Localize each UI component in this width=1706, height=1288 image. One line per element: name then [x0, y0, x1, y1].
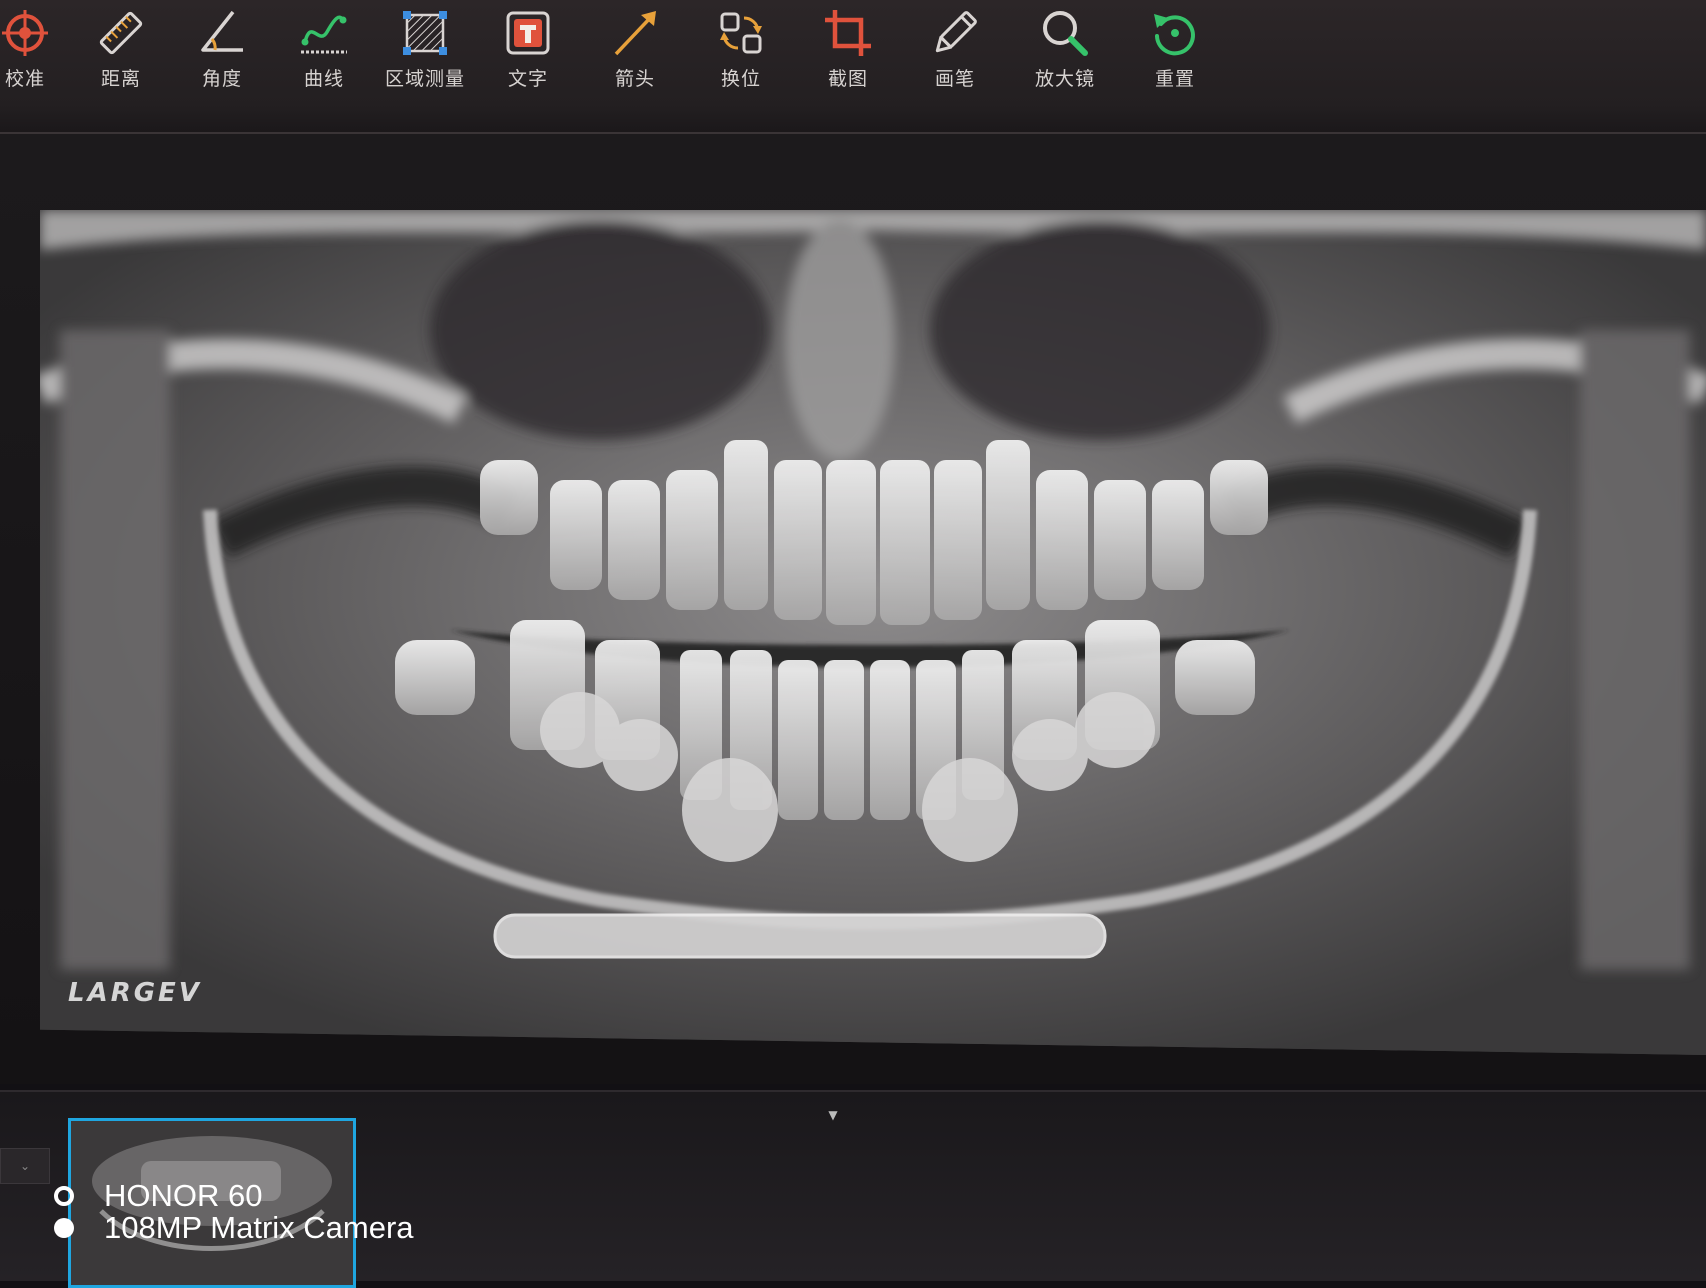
area-measure-icon [403, 11, 447, 55]
crop-icon [825, 10, 871, 56]
tool-area-measure[interactable]: 区域测量 [380, 6, 470, 106]
tool-label: 曲线 [303, 68, 344, 90]
tool-distance[interactable]: 距离 [76, 6, 166, 106]
ring-dot-icon [54, 1186, 74, 1206]
arrow-icon [614, 11, 656, 56]
panoramic-xray-image[interactable] [40, 210, 1706, 1055]
tool-label: 放大镜 [1034, 68, 1095, 90]
tool-angle[interactable]: 角度 [177, 6, 267, 106]
toolbar: 校准 距离 角度 曲线 区域测量 文字 箭头 换位 截图 画笔 放大镜 重置 [0, 0, 1706, 134]
scroll-left-control[interactable]: ⌄ [0, 1148, 50, 1184]
tool-curve[interactable]: 曲线 [279, 6, 369, 106]
tool-label: 画笔 [934, 68, 975, 90]
swap-icon [720, 12, 762, 54]
tool-arrow[interactable]: 箭头 [590, 6, 680, 106]
collapse-arrow-icon[interactable]: ▼ [826, 1109, 840, 1121]
tool-label: 箭头 [614, 68, 655, 90]
tool-label: 文字 [507, 68, 548, 90]
tool-label: 重置 [1154, 68, 1195, 90]
pencil-icon [935, 11, 977, 53]
ruler-icon [99, 11, 143, 55]
tool-magnifier[interactable]: 放大镜 [1020, 6, 1110, 106]
tool-pencil[interactable]: 画笔 [910, 6, 1000, 106]
tool-reset[interactable]: 重置 [1130, 6, 1220, 106]
tool-label: 换位 [720, 68, 761, 90]
tool-label: 角度 [201, 68, 242, 90]
tool-label: 区域测量 [384, 68, 465, 90]
calibrate-icon [2, 10, 48, 56]
camera-watermark: HONOR 60 108MP Matrix Camera [54, 1180, 414, 1244]
brand-logo: LARGEV [68, 978, 202, 1008]
xray-drawing [40, 210, 1706, 1055]
camera-model: HONOR 60 [104, 1178, 263, 1213]
tool-label: 截图 [827, 68, 868, 90]
text-icon [506, 11, 550, 55]
curve-icon [301, 15, 347, 54]
tool-crop[interactable]: 截图 [803, 6, 893, 106]
tool-label: 距离 [100, 68, 141, 90]
tool-label: 校准 [4, 68, 45, 90]
tool-text[interactable]: 文字 [483, 6, 573, 106]
magnifier-icon [1043, 11, 1088, 56]
tool-calibrate[interactable]: 校准 [0, 6, 70, 106]
angle-icon [201, 10, 243, 52]
filled-dot-icon [54, 1218, 74, 1238]
reset-icon [1154, 14, 1195, 56]
tool-swap[interactable]: 换位 [696, 6, 786, 106]
camera-spec: 108MP Matrix Camera [104, 1210, 414, 1245]
